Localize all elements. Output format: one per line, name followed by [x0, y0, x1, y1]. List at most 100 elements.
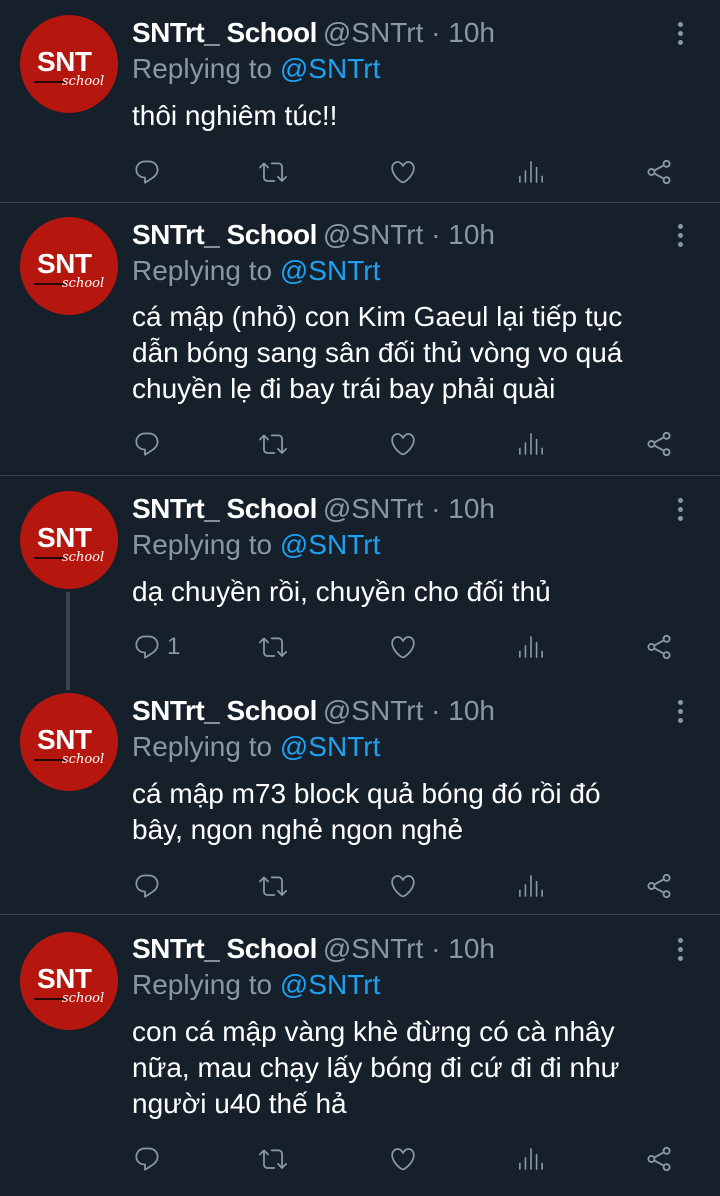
reply-button[interactable]: 1 [133, 629, 180, 665]
avatar-logo-text: SNT [37, 963, 92, 994]
user-handle[interactable]: @SNTrt [323, 695, 424, 726]
tweet[interactable]: SNT school SNTrt_ School @SNTrt · 10h Rep… [0, 915, 720, 1196]
avatar[interactable]: SNT school [20, 693, 118, 791]
tweet-header: SNTrt_ School @SNTrt · 10h [132, 493, 495, 524]
more-icon[interactable] [676, 498, 684, 525]
tweet[interactable]: SNT school SNTrt_ School @SNTrt · 10h Rep… [0, 0, 720, 200]
analytics-icon [518, 431, 544, 457]
display-name[interactable]: SNTrt_ School [132, 695, 317, 726]
replying-to-label: Replying to [132, 969, 273, 1000]
share-button[interactable] [645, 629, 673, 665]
tweet[interactable]: SNT school SNTrt_ School @SNTrt · 10h Rep… [0, 476, 720, 682]
like-button[interactable] [388, 629, 418, 665]
analytics-button[interactable] [518, 629, 544, 665]
replying-to-label: Replying to [132, 731, 273, 762]
display-name[interactable]: SNTrt_ School [132, 17, 317, 48]
like-icon [388, 158, 418, 186]
retweet-button[interactable] [258, 868, 288, 904]
avatar-logo-text: SNT [37, 248, 92, 279]
avatar-logo-subtext: school [62, 74, 105, 89]
tweet[interactable]: SNT school SNTrt_ School @SNTrt · 10h Rep… [0, 203, 720, 473]
replying-to-handle[interactable]: @SNTrt [280, 731, 381, 762]
analytics-button[interactable] [518, 154, 544, 190]
tweet-header: SNTrt_ School @SNTrt · 10h [132, 17, 495, 48]
reply-button[interactable] [133, 868, 167, 904]
share-button[interactable] [645, 1141, 673, 1177]
replying-to: Replying to @SNTrt [132, 254, 380, 288]
retweet-icon [258, 872, 288, 900]
replying-to: Replying to @SNTrt [132, 52, 380, 86]
retweet-icon [258, 1145, 288, 1173]
share-icon [645, 430, 673, 458]
replying-to-handle[interactable]: @SNTrt [280, 969, 381, 1000]
user-handle[interactable]: @SNTrt [323, 17, 424, 48]
analytics-icon [518, 873, 544, 899]
avatar[interactable]: SNT school [20, 491, 118, 589]
share-button[interactable] [645, 868, 673, 904]
tweet-text: thôi nghiêm túc!! [132, 100, 338, 131]
user-handle[interactable]: @SNTrt [323, 219, 424, 250]
replying-to: Replying to @SNTrt [132, 528, 380, 562]
share-icon [645, 872, 673, 900]
tweet-time[interactable]: 10h [448, 219, 495, 250]
tweet-time[interactable]: 10h [448, 17, 495, 48]
analytics-icon [518, 634, 544, 660]
reply-button[interactable] [133, 426, 167, 462]
like-button[interactable] [388, 1141, 418, 1177]
reply-button[interactable] [133, 1141, 167, 1177]
display-name[interactable]: SNTrt_ School [132, 933, 317, 964]
replying-to-label: Replying to [132, 529, 273, 560]
share-button[interactable] [645, 426, 673, 462]
user-handle[interactable]: @SNTrt [323, 933, 424, 964]
tweet-actions [0, 154, 720, 190]
analytics-button[interactable] [518, 426, 544, 462]
analytics-button[interactable] [518, 1141, 544, 1177]
tweet-actions [0, 1141, 720, 1177]
avatar-logo-subtext: school [62, 550, 105, 565]
tweet-actions [0, 426, 720, 462]
like-button[interactable] [388, 868, 418, 904]
analytics-button[interactable] [518, 868, 544, 904]
avatar-logo-subtext: school [62, 276, 105, 291]
tweet-time[interactable]: 10h [448, 493, 495, 524]
tweet-time[interactable]: 10h [448, 933, 495, 964]
replying-to-handle[interactable]: @SNTrt [280, 529, 381, 560]
like-button[interactable] [388, 426, 418, 462]
retweet-icon [258, 633, 288, 661]
tweet[interactable]: SNT school SNTrt_ School @SNTrt · 10h Rep… [0, 678, 720, 912]
retweet-button[interactable] [258, 426, 288, 462]
replying-to-handle[interactable]: @SNTrt [280, 255, 381, 286]
more-icon[interactable] [676, 224, 684, 251]
display-name[interactable]: SNTrt_ School [132, 219, 317, 250]
like-icon [388, 430, 418, 458]
user-handle[interactable]: @SNTrt [323, 493, 424, 524]
reply-icon [133, 872, 161, 900]
tweet-header: SNTrt_ School @SNTrt · 10h [132, 695, 495, 726]
more-icon[interactable] [676, 700, 684, 727]
retweet-icon [258, 430, 288, 458]
avatar[interactable]: SNT school [20, 932, 118, 1030]
like-button[interactable] [388, 154, 418, 190]
more-icon[interactable] [676, 938, 684, 965]
reply-icon [133, 1145, 161, 1173]
retweet-button[interactable] [258, 629, 288, 665]
tweet-time[interactable]: 10h [448, 695, 495, 726]
replying-to-handle[interactable]: @SNTrt [280, 53, 381, 84]
avatar[interactable]: SNT school [20, 217, 118, 315]
share-icon [645, 633, 673, 661]
avatar-logo-subtext: school [62, 752, 105, 767]
display-name[interactable]: SNTrt_ School [132, 493, 317, 524]
avatar[interactable]: SNT school [20, 15, 118, 113]
retweet-button[interactable] [258, 1141, 288, 1177]
retweet-button[interactable] [258, 154, 288, 190]
avatar-logo-text: SNT [37, 46, 92, 77]
more-icon[interactable] [676, 22, 684, 49]
share-button[interactable] [645, 154, 673, 190]
replying-to: Replying to @SNTrt [132, 730, 380, 764]
tweet-text: con cá mập vàng khè đừng có cà nhây nữa,… [132, 1016, 620, 1119]
tweet-text: cá mập m73 block quả bóng đó rồi đó bây,… [132, 778, 601, 845]
reply-button[interactable] [133, 154, 167, 190]
like-icon [388, 872, 418, 900]
reply-count: 1 [167, 633, 181, 660]
replying-to: Replying to @SNTrt [132, 968, 380, 1002]
